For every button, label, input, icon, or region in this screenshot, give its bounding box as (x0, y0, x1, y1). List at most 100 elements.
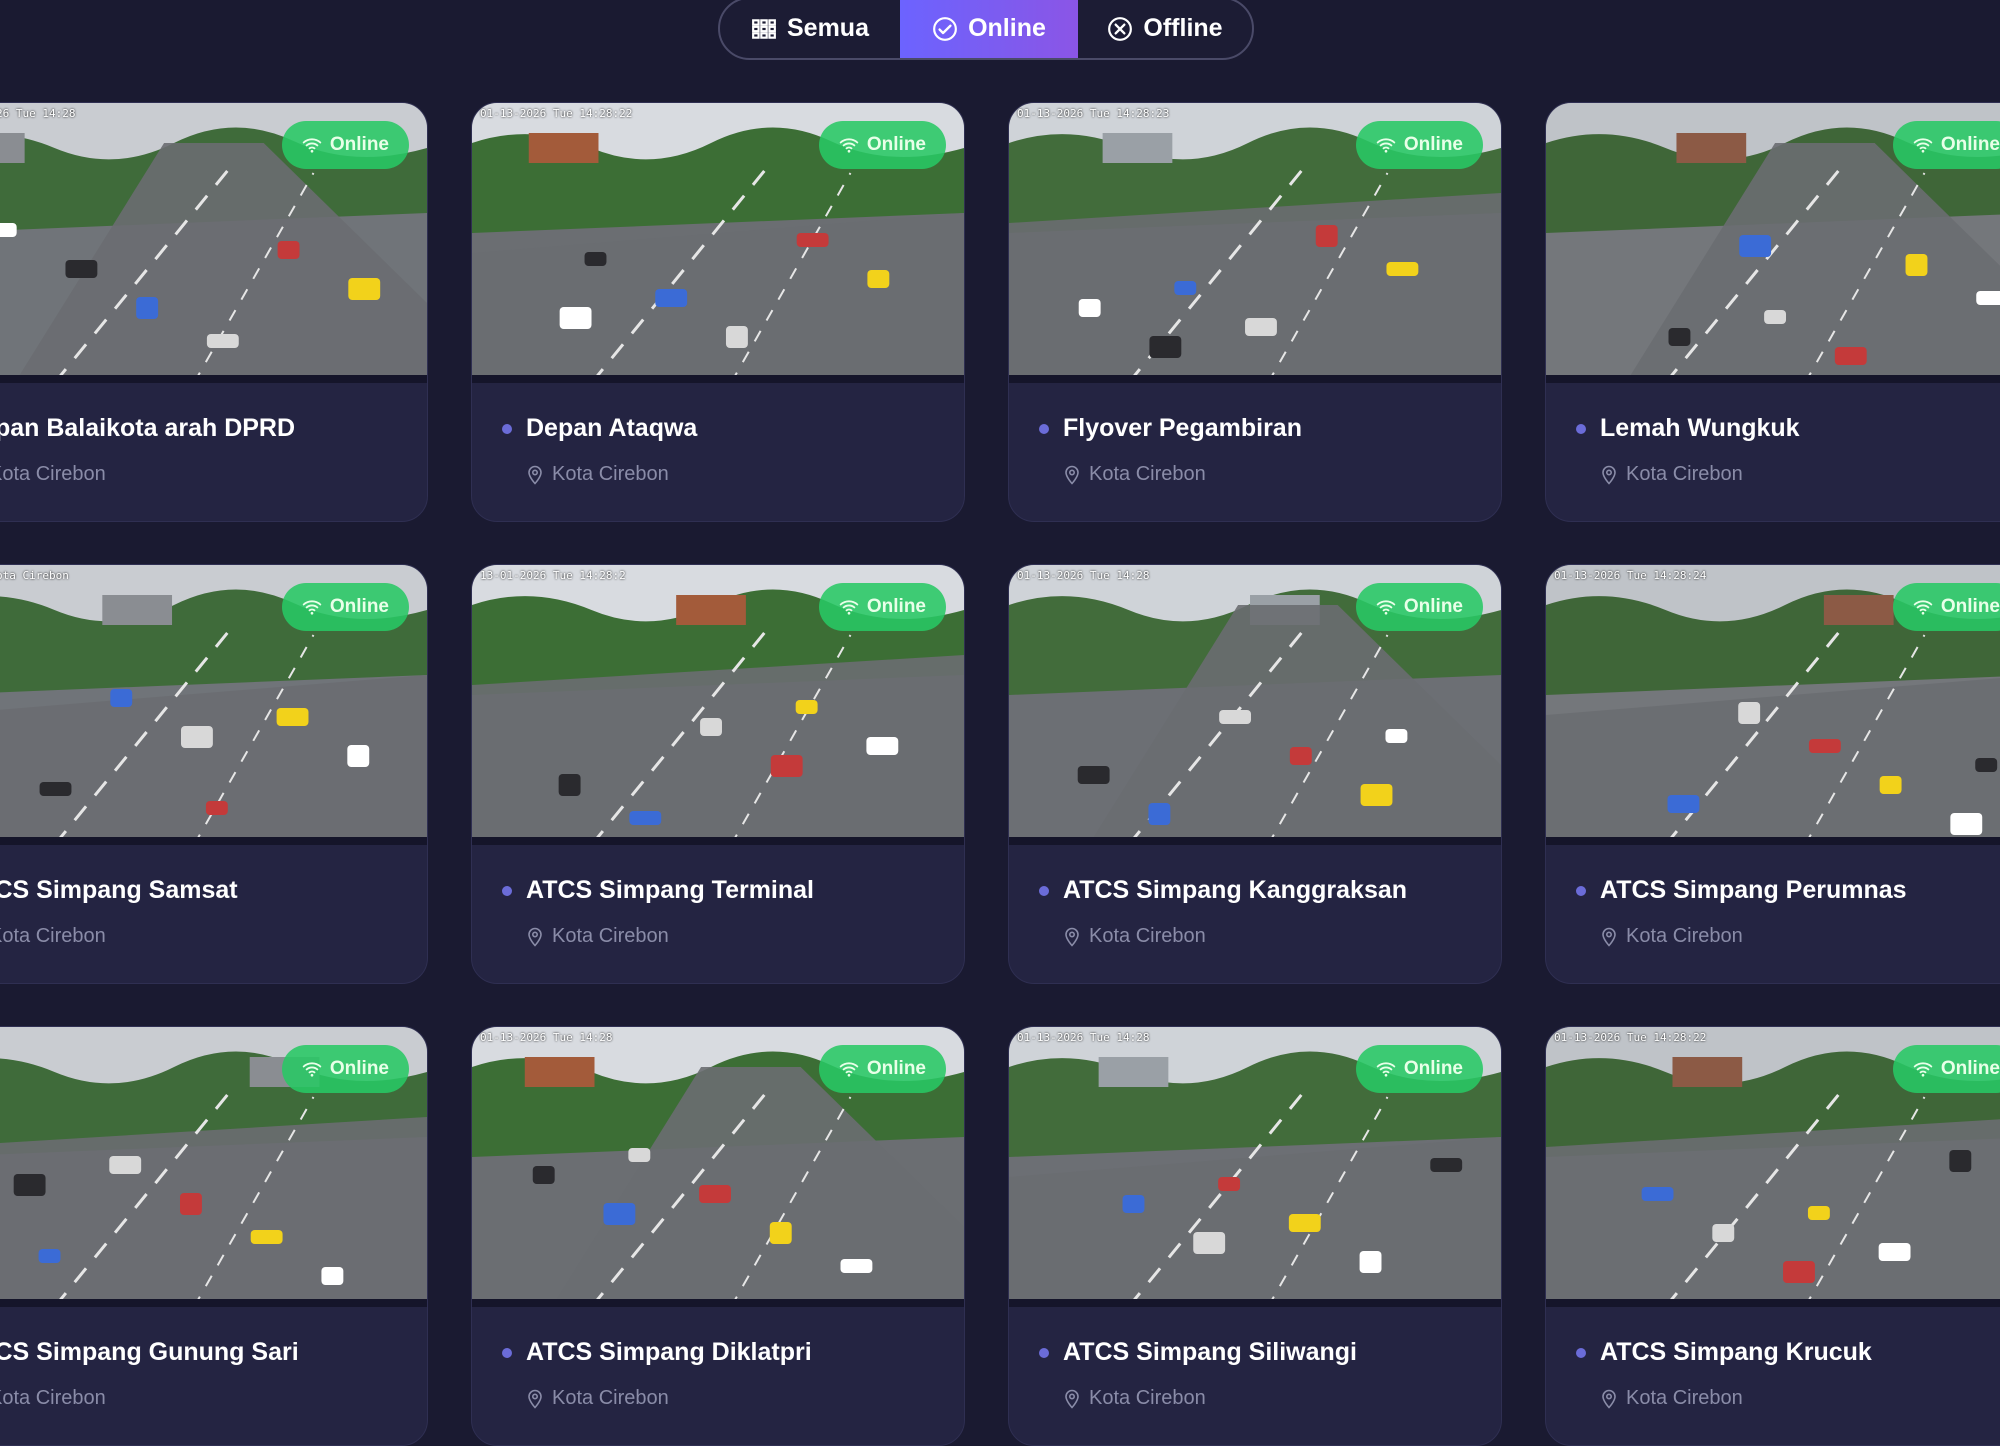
location-text: Kota Cirebon (1089, 1387, 1206, 1409)
thumbnail-divider (1009, 837, 1501, 845)
camera-card[interactable]: 01-13-2026 Tue 14:28 Online ATCS Simpang… (471, 1026, 965, 1446)
bullet-dot (1039, 885, 1049, 896)
wifi-icon (302, 1062, 322, 1077)
status-badge: Online (1355, 583, 1483, 631)
bullet-dot (1576, 1347, 1586, 1358)
card-location: Kota Cirebon (526, 1387, 934, 1410)
camera-name: Lemah Wungkuk (1600, 414, 1800, 442)
camera-card[interactable]: Online ATCS Simpang Gunung Sari Kota Cir… (0, 1026, 428, 1446)
wifi-icon (1376, 600, 1396, 615)
card-location: Kota Cirebon (0, 463, 397, 486)
location-text: Kota Cirebon (0, 1387, 106, 1409)
camera-card[interactable]: Dishub Kota Cirebon Online ATCS Simpang … (0, 564, 428, 984)
camera-name: ATCS Simpang Diklatpri (526, 1338, 812, 1366)
camera-name: ATCS Simpang Samsat (0, 876, 238, 904)
card-title: ATCS Simpang Gunung Sari (0, 1338, 397, 1367)
camera-card[interactable]: 01-13-2026 Tue 14:28:24 Online ATCS Simp… (1545, 564, 2000, 984)
location-text: Kota Cirebon (0, 463, 106, 485)
camera-name: ATCS Simpang Perumnas (1600, 876, 1907, 904)
status-badge: Online (818, 121, 946, 169)
location-text: Kota Cirebon (552, 1387, 669, 1409)
map-pin-icon (528, 1389, 542, 1409)
camera-timestamp: 01-13-2026 Tue 14:28:22 (1554, 1031, 1707, 1044)
wifi-icon (839, 138, 859, 153)
status-label: Online (1940, 596, 2000, 617)
map-pin-icon (528, 927, 542, 947)
card-title: ATCS Simpang Diklatpri (502, 1338, 934, 1367)
status-label: Online (866, 596, 926, 617)
camera-thumbnail[interactable]: Dishub Kota Cirebon Online (0, 565, 427, 845)
card-title: Depan Balaikota arah DPRD (0, 414, 397, 443)
wifi-icon (1913, 600, 1933, 615)
map-pin-icon (1065, 927, 1079, 947)
camera-card[interactable]: 01-13-2026 Tue 14:28 Online ATCS Simpang… (1008, 1026, 1502, 1446)
location-text: Kota Cirebon (1089, 925, 1206, 947)
camera-thumbnail[interactable]: 01-13-2026 Tue 14:28:23 Online (1009, 103, 1501, 383)
map-pin-icon (1065, 465, 1079, 485)
thumbnail-divider (472, 837, 964, 845)
status-badge: Online (818, 1045, 946, 1093)
card-title: ATCS Simpang Perumnas (1576, 876, 2000, 905)
camera-timestamp: 01-13-2026 Tue 14:28 (0, 107, 76, 120)
card-title: ATCS Simpang Siliwangi (1039, 1338, 1471, 1367)
card-location: Kota Cirebon (0, 1387, 397, 1410)
bullet-dot (1039, 423, 1049, 434)
status-label: Online (329, 134, 389, 155)
camera-card[interactable]: 01-13-2026 Tue 14:28 Online Depan Balaik… (0, 102, 428, 522)
card-info: ATCS Simpang Diklatpri Kota Cirebon (472, 1338, 964, 1410)
card-info: ATCS Simpang Siliwangi Kota Cirebon (1009, 1338, 1501, 1410)
thumbnail-divider (0, 1299, 427, 1307)
card-location: Kota Cirebon (1063, 1387, 1471, 1410)
camera-timestamp: 01-13-2026 Tue 14:28:24 (1554, 569, 1707, 582)
camera-timestamp: 01-13-2026 Tue 14:28 (480, 1031, 613, 1044)
wifi-icon (1376, 138, 1396, 153)
wifi-icon (302, 600, 322, 615)
camera-card[interactable]: 13-01-2026 Tue 14:28:2 Online ATCS Simpa… (471, 564, 965, 984)
camera-timestamp: 01-13-2026 Tue 14:28 (1017, 569, 1150, 582)
camera-thumbnail[interactable]: 01-13-2026 Tue 14:28 Online (1009, 1027, 1501, 1307)
status-label: Online (1403, 596, 1463, 617)
bullet-dot (1576, 885, 1586, 896)
camera-name: Flyover Pegambiran (1063, 414, 1302, 442)
camera-card[interactable]: 01-13-2026 Tue 14:28:22 Online Depan Ata… (471, 102, 965, 522)
camera-thumbnail[interactable]: 01-13-2026 Tue 14:28:22 Online (1546, 1027, 2000, 1307)
camera-thumbnail[interactable]: Online (1546, 103, 2000, 383)
camera-card[interactable]: 01-13-2026 Tue 14:28:23 Online Flyover P… (1008, 102, 1502, 522)
status-badge: Online (1355, 121, 1483, 169)
card-location: Kota Cirebon (1063, 463, 1471, 486)
status-label: Online (1940, 134, 2000, 155)
card-info: ATCS Simpang Samsat Kota Cirebon (0, 876, 427, 948)
thumbnail-divider (472, 375, 964, 383)
wifi-icon (1913, 1062, 1933, 1077)
camera-thumbnail[interactable]: 01-13-2026 Tue 14:28:22 Online (472, 103, 964, 383)
thumbnail-divider (472, 1299, 964, 1307)
bullet-dot (502, 1347, 512, 1358)
camera-thumbnail[interactable]: 01-13-2026 Tue 14:28:24 Online (1546, 565, 2000, 845)
bullet-dot (1039, 1347, 1049, 1358)
wifi-icon (839, 600, 859, 615)
camera-thumbnail[interactable]: 13-01-2026 Tue 14:28:2 Online (472, 565, 964, 845)
card-location: Kota Cirebon (0, 925, 397, 948)
status-label: Online (329, 1058, 389, 1079)
camera-thumbnail[interactable]: 01-13-2026 Tue 14:28 Online (0, 103, 427, 383)
bullet-dot (502, 423, 512, 434)
camera-timestamp: 13-01-2026 Tue 14:28:2 (480, 569, 626, 582)
thumbnail-divider (1009, 375, 1501, 383)
bullet-dot (1576, 423, 1586, 434)
map-pin-icon (1065, 1389, 1079, 1409)
status-label: Online (1403, 134, 1463, 155)
wifi-icon (839, 1062, 859, 1077)
camera-card[interactable]: 01-13-2026 Tue 14:28 Online ATCS Simpang… (1008, 564, 1502, 984)
thumbnail-divider (1546, 1299, 2000, 1307)
camera-thumbnail[interactable]: 01-13-2026 Tue 14:28 Online (1009, 565, 1501, 845)
camera-card[interactable]: 01-13-2026 Tue 14:28:22 Online ATCS Simp… (1545, 1026, 2000, 1446)
camera-thumbnail[interactable]: 01-13-2026 Tue 14:28 Online (472, 1027, 964, 1307)
status-label: Online (1940, 1058, 2000, 1079)
card-location: Kota Cirebon (1600, 1387, 2000, 1410)
camera-thumbnail[interactable]: Online (0, 1027, 427, 1307)
camera-card[interactable]: Online Lemah Wungkuk Kota Cirebon (1545, 102, 2000, 522)
card-location: Kota Cirebon (1063, 925, 1471, 948)
map-pin-icon (1602, 465, 1616, 485)
camera-name: ATCS Simpang Gunung Sari (0, 1338, 299, 1366)
location-text: Kota Cirebon (0, 925, 106, 947)
